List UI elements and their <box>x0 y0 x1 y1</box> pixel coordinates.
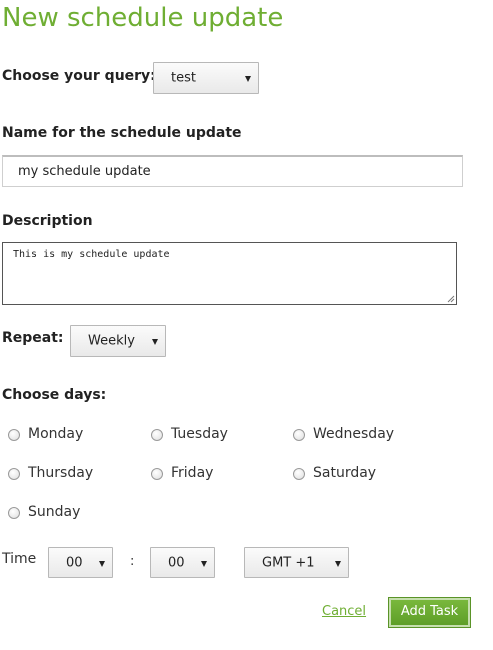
timezone-select-value: GMT +1 <box>262 555 315 570</box>
day-label-tuesday: Tuesday <box>171 426 228 442</box>
resize-grip-icon[interactable] <box>447 295 455 303</box>
hour-select[interactable]: 00 <box>48 547 113 578</box>
cancel-link[interactable]: Cancel <box>322 604 366 619</box>
radio-wednesday[interactable] <box>293 429 305 441</box>
day-label-sunday: Sunday <box>28 504 81 520</box>
days-label: Choose days: <box>2 387 107 403</box>
day-label-wednesday: Wednesday <box>313 426 395 442</box>
timezone-select[interactable]: GMT +1 <box>244 547 349 578</box>
name-label: Name for the schedule update <box>2 125 242 141</box>
radio-saturday[interactable] <box>293 468 305 480</box>
radio-monday[interactable] <box>8 429 20 441</box>
chevron-down-icon <box>245 76 251 82</box>
repeat-select-value: Weekly <box>88 333 135 349</box>
name-field[interactable]: my schedule update <box>2 155 463 187</box>
chevron-down-icon <box>99 560 105 567</box>
radio-sunday[interactable] <box>8 507 20 519</box>
time-label: Time <box>2 551 37 567</box>
radio-thursday[interactable] <box>8 468 20 480</box>
add-task-button[interactable]: Add Task <box>389 598 470 627</box>
radio-tuesday[interactable] <box>151 429 163 441</box>
repeat-label: Repeat: <box>2 330 64 346</box>
time-separator: : <box>130 554 135 569</box>
day-label-friday: Friday <box>171 465 214 481</box>
description-value: This is my schedule update <box>13 249 170 260</box>
minute-select[interactable]: 00 <box>150 547 215 578</box>
chevron-down-icon <box>152 339 158 345</box>
day-label-saturday: Saturday <box>313 465 377 481</box>
radio-friday[interactable] <box>151 468 163 480</box>
description-label: Description <box>2 213 93 229</box>
name-field-value: my schedule update <box>18 164 151 179</box>
page-title: New schedule update <box>2 3 284 33</box>
day-label-monday: Monday <box>28 426 84 442</box>
hour-select-value: 00 <box>66 555 83 570</box>
chevron-down-icon <box>335 560 341 567</box>
query-select[interactable]: test <box>153 62 259 94</box>
day-label-thursday: Thursday <box>28 465 94 481</box>
description-textarea[interactable]: This is my schedule update <box>2 242 457 305</box>
chevron-down-icon <box>201 560 207 567</box>
query-label: Choose your query: <box>2 68 156 84</box>
query-select-value: test <box>171 70 196 86</box>
minute-select-value: 00 <box>168 555 185 570</box>
repeat-select[interactable]: Weekly <box>70 325 166 357</box>
